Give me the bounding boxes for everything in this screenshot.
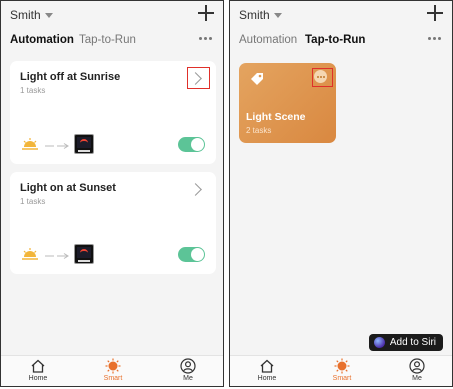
chevron-right-icon[interactable] bbox=[189, 183, 202, 196]
siri-icon bbox=[373, 337, 385, 348]
nav-me[interactable]: Me bbox=[397, 358, 437, 382]
sun-icon bbox=[105, 358, 121, 374]
top-bar: Smith bbox=[1, 1, 223, 31]
house-icon bbox=[31, 359, 45, 373]
more-icon[interactable] bbox=[428, 37, 442, 41]
tag-icon bbox=[251, 73, 263, 85]
home-name: Smith bbox=[10, 8, 41, 22]
caret-down-icon bbox=[44, 13, 53, 19]
add-to-siri-button[interactable]: Add to Siri bbox=[368, 334, 443, 351]
bottom-nav: Home Smart Me bbox=[1, 355, 223, 386]
nav-home[interactable]: Home bbox=[18, 358, 58, 382]
tab-automation[interactable]: Automation bbox=[239, 34, 297, 46]
tab-bar: Automation Tap-to-Run bbox=[1, 34, 223, 52]
siri-label: Add to Siri bbox=[389, 337, 436, 348]
sunset-icon bbox=[22, 248, 38, 260]
nav-home[interactable]: Home bbox=[247, 358, 287, 382]
automation-card[interactable]: Light off at Sunrise 1 tasks bbox=[10, 61, 216, 164]
house-icon bbox=[260, 359, 274, 373]
automation-screen: Smith Automation Tap-to-Run Light off at… bbox=[0, 0, 224, 387]
person-icon bbox=[409, 358, 425, 374]
nav-label: Me bbox=[183, 375, 193, 382]
add-icon[interactable] bbox=[427, 5, 443, 21]
card-subtitle: 1 tasks bbox=[20, 197, 46, 206]
enable-toggle[interactable] bbox=[178, 137, 205, 152]
tap-to-run-screen: Smith Automation Tap-to-Run Light Scene … bbox=[229, 0, 453, 387]
nav-smart[interactable]: Smart bbox=[93, 358, 133, 382]
home-name: Smith bbox=[239, 8, 270, 22]
scene-subtitle: 2 tasks bbox=[246, 126, 272, 135]
arrow-icon bbox=[45, 253, 69, 259]
device-icon bbox=[74, 134, 94, 154]
tab-tap-to-run[interactable]: Tap-to-Run bbox=[79, 34, 136, 46]
tab-tap-to-run[interactable]: Tap-to-Run bbox=[305, 34, 365, 46]
nav-label: Home bbox=[28, 375, 48, 382]
nav-smart[interactable]: Smart bbox=[322, 358, 362, 382]
top-bar: Smith bbox=[230, 1, 452, 31]
scene-title: Light Scene bbox=[246, 111, 306, 123]
card-subtitle: 1 tasks bbox=[20, 86, 46, 95]
card-title: Light off at Sunrise bbox=[20, 71, 121, 83]
arrow-icon bbox=[45, 143, 69, 149]
sunrise-icon bbox=[22, 138, 38, 150]
scene-more-icon[interactable] bbox=[314, 70, 327, 83]
enable-toggle[interactable] bbox=[178, 247, 205, 262]
nav-me[interactable]: Me bbox=[168, 358, 208, 382]
home-selector[interactable]: Smith bbox=[10, 8, 53, 22]
person-icon bbox=[180, 358, 196, 374]
sun-icon bbox=[334, 358, 350, 374]
nav-label: Home bbox=[257, 375, 277, 382]
nav-label: Me bbox=[412, 375, 422, 382]
add-icon[interactable] bbox=[198, 5, 214, 21]
card-title: Light on at Sunset bbox=[20, 182, 116, 194]
tab-automation[interactable]: Automation bbox=[10, 34, 74, 46]
more-icon[interactable] bbox=[199, 37, 213, 41]
device-icon bbox=[74, 244, 94, 264]
home-selector[interactable]: Smith bbox=[239, 8, 282, 22]
automation-card[interactable]: Light on at Sunset 1 tasks bbox=[10, 172, 216, 274]
caret-down-icon bbox=[273, 13, 282, 19]
tab-bar: Automation Tap-to-Run bbox=[230, 34, 452, 52]
scene-card[interactable]: Light Scene 2 tasks bbox=[239, 63, 336, 143]
nav-label: Smart bbox=[332, 375, 352, 382]
bottom-nav: Home Smart Me bbox=[230, 355, 452, 386]
nav-label: Smart bbox=[103, 375, 123, 382]
